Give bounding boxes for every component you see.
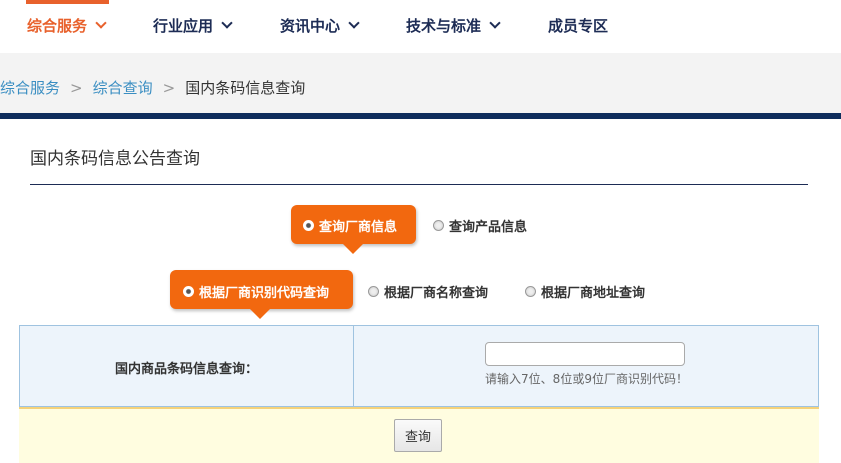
query-form-table: 国内商品条码信息查询： 请输入7位、8位或9位厂商识别代码！ <box>19 325 819 407</box>
radio-query-product[interactable]: 查询产品信息 <box>433 216 527 235</box>
top-nav: 综合服务 行业应用 资讯中心 技术与标准 成员专区 <box>0 0 841 52</box>
chevron-down-icon <box>95 17 107 29</box>
breadcrumb-current: 国内条码信息查询 <box>185 79 306 97</box>
radio-search-by-name[interactable]: 根据厂商名称查询 <box>368 282 488 301</box>
nav-item-news-center[interactable]: 资讯中心 <box>280 14 360 36</box>
manufacturer-code-input[interactable] <box>485 342 685 366</box>
title-underline <box>30 184 808 185</box>
nav-item-label: 综合服务 <box>27 16 88 35</box>
header-divider-bar <box>0 113 841 119</box>
radio-search-by-address[interactable]: 根据厂商地址查询 <box>525 282 645 301</box>
radio-label: 根据厂商地址查询 <box>541 286 646 301</box>
nav-item-label: 资讯中心 <box>280 16 341 35</box>
radio-query-manufacturer[interactable]: 查询厂商信息 <box>303 216 397 235</box>
chevron-down-icon <box>489 17 501 29</box>
chevron-down-icon <box>221 17 233 29</box>
nav-item-tech-standards[interactable]: 技术与标准 <box>406 14 501 36</box>
nav-item-integrated-services[interactable]: 综合服务 <box>27 14 107 36</box>
radio-selected-icon <box>183 286 194 297</box>
radio-unselected-icon <box>525 286 536 297</box>
chevron-down-icon <box>348 17 360 29</box>
cell-divider <box>353 326 354 406</box>
button-bar-border <box>19 407 819 409</box>
breadcrumb-link-integrated-query[interactable]: 综合查询 <box>93 79 153 97</box>
nav-item-label: 行业应用 <box>153 16 214 35</box>
radio-label: 根据厂商名称查询 <box>384 286 489 301</box>
radio-search-by-code[interactable]: 根据厂商识别代码查询 <box>183 282 329 301</box>
breadcrumb: 综合服务 > 综合查询 > 国内条码信息查询 <box>0 77 305 98</box>
radio-unselected-icon <box>433 220 444 231</box>
nav-item-member-zone[interactable]: 成员专区 <box>548 14 608 36</box>
breadcrumb-separator: > <box>70 79 83 97</box>
radio-selected-icon <box>303 220 314 231</box>
query-button[interactable]: 查询 <box>394 419 442 452</box>
field-label: 国内商品条码信息查询： <box>114 362 258 377</box>
page-title: 国内条码信息公告查询 <box>30 149 200 169</box>
input-hint: 请输入7位、8位或9位厂商识别代码！ <box>485 372 688 386</box>
radio-label: 查询产品信息 <box>449 220 528 235</box>
breadcrumb-bar: 综合服务 > 综合查询 > 国内条码信息查询 <box>0 53 841 113</box>
nav-item-label: 成员专区 <box>548 16 609 35</box>
radio-label: 根据厂商识别代码查询 <box>199 286 330 301</box>
breadcrumb-separator: > <box>162 79 176 97</box>
nav-item-industry-applications[interactable]: 行业应用 <box>153 14 233 36</box>
nav-item-label: 技术与标准 <box>406 16 482 35</box>
radio-label: 查询厂商信息 <box>319 220 398 235</box>
breadcrumb-link-integrated-services[interactable]: 综合服务 <box>0 79 60 97</box>
radio-unselected-icon <box>368 286 379 297</box>
active-nav-indicator <box>26 0 109 4</box>
